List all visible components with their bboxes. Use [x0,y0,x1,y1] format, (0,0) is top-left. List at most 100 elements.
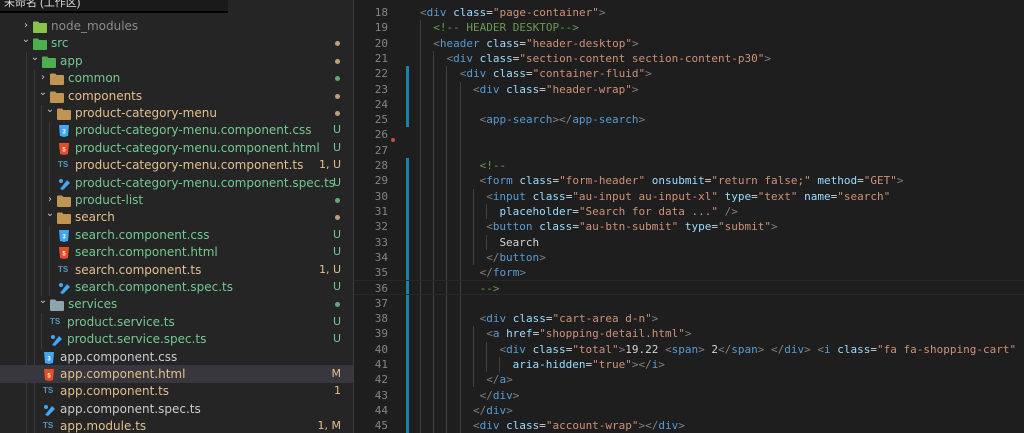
folder-icon [57,194,71,207]
code-text: <div class="cart-area d-n"> [473,311,659,326]
code-token: </ [479,266,493,280]
tree-file-row[interactable]: 5 app.component.html M [0,365,353,383]
tree-file-row[interactable]: 5 product-category-menu.component.html U [0,139,353,157]
code-line[interactable]: 20 <header class="header-desktop"> [354,36,1024,51]
code-line[interactable]: 24 [354,97,1024,112]
tree-file-row[interactable]: 3 product-category-menu.component.css U [0,121,353,139]
code-token: "text" [757,189,798,203]
tree-file-row[interactable]: TS app.module.ts 1, M [0,417,353,433]
code-line[interactable]: 37 [354,296,1024,311]
tree-file-row[interactable]: TS app.component.ts 1 [0,382,353,400]
tree-file-row[interactable]: 3 app.component.css [0,348,353,366]
code-token: class [453,6,487,19]
chevron-right-icon[interactable]: › [37,69,49,87]
code-line[interactable]: 41 aria-hidden="true"></i> [354,357,1024,372]
git-status-dot [335,76,340,82]
code-line[interactable]: 23 <div class="header-wrap"> [354,82,1024,97]
code-text: <header class="header-desktop"> [433,36,638,51]
code-line[interactable]: 34 </button> [354,250,1024,265]
tree-file-row[interactable]: app.component.spec.ts [0,400,353,418]
code-text: <!-- HEADER DESKTOP--> [433,20,579,35]
code-line[interactable]: 26 [354,127,1024,142]
code-token: </ [479,388,493,402]
code-line[interactable]: 39 <a href="shopping-detail.html"> [354,326,1024,341]
code-editor[interactable]: 18 <div class="page-container"> 19 <!-- HEA… [354,0,1024,433]
code-token: = [751,189,758,203]
chevron-down-icon[interactable]: ⌄ [20,34,32,52]
code-token: class [492,67,526,81]
code-token: "au-input au-input-xl" [572,189,719,203]
tree-folder-row[interactable]: ⌄ product-category-menu [0,104,353,122]
tree-folder-row[interactable]: ⌄ services [0,295,353,313]
tree-item-label: search.component.spec.ts [75,280,233,294]
code-token: < [665,342,672,356]
tree-folder-row[interactable]: › node_modules [0,17,353,35]
chevron-down-icon[interactable]: ⌄ [29,52,41,70]
tree-file-row[interactable]: TS search.component.ts 1, U [0,261,353,279]
chevron-down-icon[interactable]: ⌄ [37,295,49,313]
chevron-down-icon[interactable]: ⌄ [44,104,56,122]
code-line[interactable]: 18 <div class="page-container"> [354,5,1024,20]
code-token: > [645,67,652,81]
code-line[interactable]: 29 <form class="form-header" onsubmit="r… [354,173,1024,188]
code-line[interactable]: 21 <div class="section-content section-co… [354,51,1024,66]
tree-folder-row[interactable]: ⌄ src [0,34,353,52]
code-line[interactable]: 27 [354,143,1024,158]
code-line[interactable]: 44 </div> [354,403,1024,418]
tree-folder-row[interactable]: ⌄ components [0,87,353,105]
tree-file-row[interactable]: search.component.spec.ts U [0,278,353,296]
code-token: ></ [638,419,659,433]
tree-folder-row[interactable]: › product-list [0,191,353,209]
folder-open-icon [57,211,71,225]
code-line[interactable]: 35 </form> [354,265,1024,280]
line-number: 38 [374,312,388,325]
code-line[interactable]: 38 <div class="cart-area d-n"> [354,311,1024,326]
code-token: </ [771,342,785,356]
code-line[interactable]: 22 <div class="container-fluid"> [354,66,1024,81]
code-token: placeholder [499,204,573,218]
code-line[interactable]: 45 <div class="account-wrap"></div> [354,418,1024,433]
tree-folder-row[interactable]: › common [0,69,353,87]
code-line[interactable]: 40 <div class="total">19.22 <span> 2</spa… [354,342,1024,357]
git-status-badge: U [332,140,341,154]
spec-file-icon [50,333,64,347]
tree-file-row[interactable]: product.service.spec.ts U [0,330,353,348]
tree-item-label: services [68,297,118,312]
chevron-down-icon[interactable]: ⌄ [37,87,49,105]
chevron-right-icon[interactable]: › [20,17,32,35]
chevron-right-icon[interactable]: › [44,191,56,209]
code-line[interactable]: 32 <button class="au-btn-submit" type="su… [354,219,1024,234]
code-line[interactable]: 42 </a> [354,372,1024,387]
workspace-header[interactable]: 未命名 (工作区) [0,0,228,13]
tree-file-row[interactable]: product-category-menu.component.spec.ts U [0,174,353,192]
line-number: 37 [374,296,388,310]
tree-folder-row[interactable]: ⌄ search [0,208,353,226]
tree-file-row[interactable]: 5 search.component.html U [0,243,353,261]
line-number: 40 [374,342,388,356]
code-line[interactable]: 19 <!-- HEADER DESKTOP--> [354,20,1024,35]
code-line[interactable]: 43 </div> [354,388,1024,403]
code-token: = [572,220,579,234]
code-line[interactable]: 33 Search [354,235,1024,250]
chevron-down-icon[interactable]: ⌄ [44,208,56,226]
code-line[interactable]: 25 <app-search></app-search> [354,112,1024,127]
line-number: 33 [374,235,388,249]
tree-file-row[interactable]: TS product.service.ts U [0,313,353,331]
tree-file-row[interactable]: 3 search.component.css U [0,226,353,244]
spec-file-icon [58,281,72,294]
code-line[interactable]: 36 --> [354,280,1024,296]
tree-folder-row[interactable]: ⌄ app [0,52,353,70]
code-line[interactable]: 30 <input class = "au-input au-input-xl" ty… [354,189,1024,204]
spec-file-icon [58,177,72,190]
tree-file-row[interactable]: TS product-category-menu.component.ts 1, U [0,156,353,174]
git-status-dot [335,215,340,221]
line-number: 44 [374,403,388,417]
code-line[interactable]: 28 <!-- [354,158,1024,173]
code-line[interactable]: 31 placeholder="Search for data ..." /> [354,204,1024,219]
